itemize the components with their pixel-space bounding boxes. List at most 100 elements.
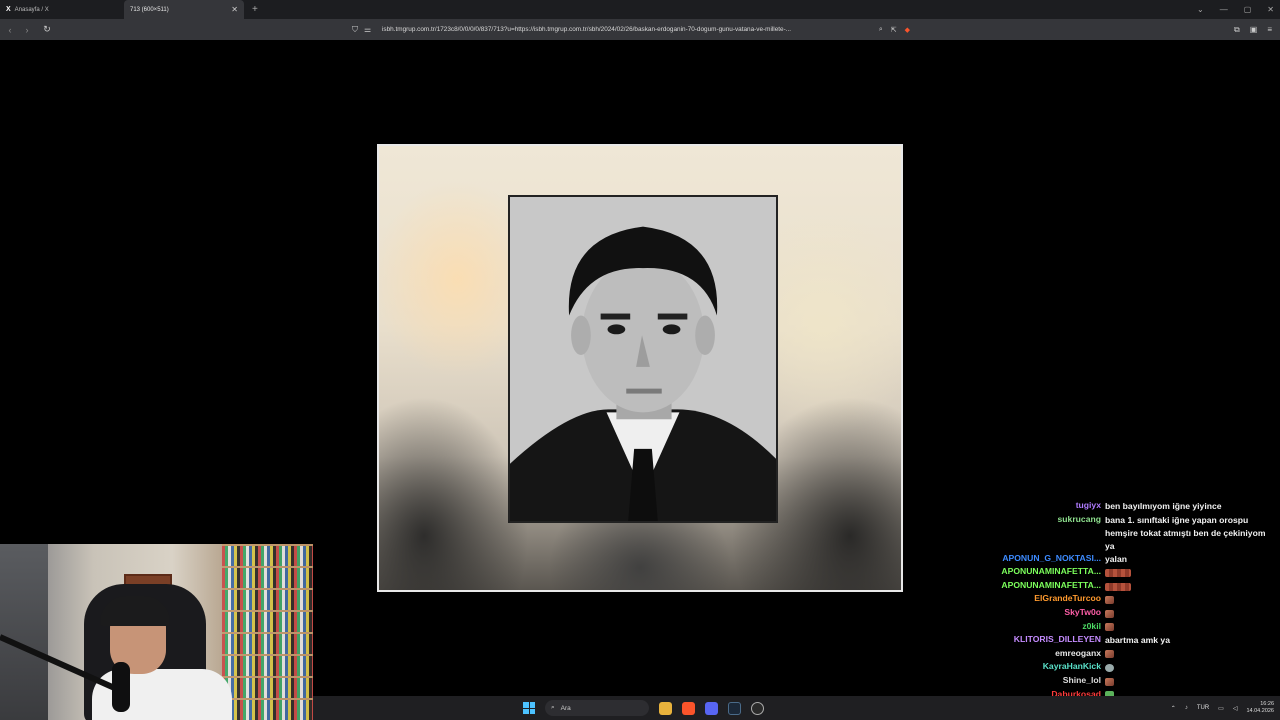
- tab-strip: X Anasayfa / X 713 (600×511) ✕ + ⌄ — ▢ ✕: [0, 0, 1280, 19]
- site-info-icon[interactable]: ⚌: [364, 25, 376, 34]
- chat-emote-icon: [1105, 582, 1131, 591]
- network-icon[interactable]: ▭: [1218, 705, 1224, 712]
- chat-message: KLITORIS_DILLEYEN abartma amk ya: [996, 634, 1276, 648]
- chat-username[interactable]: APONUNAMINAFETTA...: [996, 580, 1105, 594]
- chat-overlay: tugiyx ben bayılmıyom iğne yiyince sukruca…: [996, 500, 1276, 716]
- minimize-button[interactable]: —: [1220, 5, 1228, 14]
- chat-emote-icon: [1105, 596, 1114, 605]
- chat-emote-icon: [1105, 609, 1114, 618]
- chat-emote-icon: [1105, 568, 1131, 577]
- new-tab-button[interactable]: +: [252, 4, 258, 15]
- zoom-icon[interactable]: ⌕: [879, 26, 883, 34]
- chat-text: [1105, 675, 1276, 689]
- chat-text: [1105, 648, 1276, 662]
- chat-username[interactable]: APONUNAMINAFETTA...: [996, 566, 1105, 580]
- tab-title: 713 (600×511): [130, 6, 169, 13]
- close-window-button[interactable]: ✕: [1267, 5, 1274, 14]
- chat-username[interactable]: SkyTw0o: [996, 607, 1105, 621]
- chat-username[interactable]: KLITORIS_DILLEYEN: [996, 634, 1105, 648]
- search-icon: ⌕: [551, 704, 555, 711]
- app-icon[interactable]: [751, 701, 764, 715]
- language-indicator[interactable]: TUR: [1197, 705, 1209, 711]
- chat-message: SkyTw0o: [996, 607, 1276, 621]
- chat-text: [1105, 566, 1276, 580]
- webcam-person-cap: [100, 596, 170, 626]
- back-button[interactable]: ‹: [3, 25, 17, 35]
- chat-username[interactable]: Shine_lol: [996, 675, 1105, 689]
- file-explorer-icon[interactable]: [659, 701, 672, 715]
- chat-username[interactable]: ElGrandeTurcoo: [996, 593, 1105, 607]
- chat-username[interactable]: tugiyx: [996, 500, 1105, 514]
- tab-title: Anasayfa / X: [14, 6, 49, 13]
- reload-button[interactable]: ↻: [40, 24, 54, 35]
- chat-username[interactable]: emreoganx: [996, 648, 1105, 662]
- discord-icon[interactable]: [705, 701, 718, 715]
- browser-toolbar: ‹ › ↻ ⛉ ⚌ isbh.tmgrup.com.tr/1723c8/0/0/…: [0, 19, 1280, 40]
- clock-time: 16:26: [1260, 701, 1274, 707]
- chat-emote-icon: [1105, 664, 1114, 673]
- chat-message: ElGrandeTurcoo: [996, 593, 1276, 607]
- windows-start-icon[interactable]: [523, 702, 535, 714]
- steam-icon[interactable]: [728, 701, 741, 715]
- chat-username[interactable]: z0kil: [996, 621, 1105, 635]
- webcam-bookshelf: [222, 544, 313, 720]
- chat-emote-icon: [1105, 623, 1114, 632]
- webcam-microphone: [112, 662, 130, 712]
- window-controls: ⌄ — ▢ ✕: [1197, 0, 1274, 19]
- chat-text: [1105, 607, 1276, 621]
- chat-emote-icon: [1105, 677, 1114, 686]
- microphone-icon[interactable]: ♪: [1185, 705, 1188, 711]
- webcam-window: [0, 544, 48, 720]
- extensions-icon[interactable]: ⧉: [1234, 25, 1240, 35]
- close-tab-icon[interactable]: ✕: [231, 5, 238, 14]
- sidebar-icon[interactable]: ▣: [1250, 25, 1258, 34]
- chat-message: APONUNAMINAFETTA...: [996, 566, 1276, 580]
- clock-date: 14.04.2026: [1246, 708, 1274, 714]
- toolbar-right: ⧉ ▣ ≡: [1234, 19, 1272, 40]
- volume-icon[interactable]: ◁: [1233, 705, 1238, 712]
- brave-browser-icon[interactable]: [682, 701, 695, 715]
- chat-message: z0kil: [996, 621, 1276, 635]
- share-icon[interactable]: ⇱: [891, 26, 897, 34]
- chat-emote-icon: [1105, 650, 1114, 659]
- taskbar: ⌕ Ara ⌃ ♪ TUR ▭ ◁ 16:26 14.04.2026: [313, 696, 1280, 720]
- chat-message: emreoganx: [996, 648, 1276, 662]
- chat-username[interactable]: KayraHanKick: [996, 661, 1105, 675]
- chevron-up-icon[interactable]: ⌃: [1171, 705, 1176, 712]
- chevron-down-icon[interactable]: ⌄: [1197, 5, 1204, 14]
- menu-icon[interactable]: ≡: [1267, 25, 1272, 34]
- viewed-image[interactable]: [377, 144, 903, 592]
- blur-background: [379, 396, 529, 590]
- screen: X Anasayfa / X 713 (600×511) ✕ + ⌄ — ▢ ✕…: [0, 0, 1280, 720]
- tab-image[interactable]: 713 (600×511) ✕: [124, 0, 244, 19]
- chat-text: ben bayılmıyom iğne yiyince: [1105, 501, 1222, 511]
- maximize-button[interactable]: ▢: [1244, 5, 1252, 14]
- tab-x-home[interactable]: X Anasayfa / X: [0, 0, 124, 19]
- chat-message: Shine_lol: [996, 675, 1276, 689]
- chat-message: KayraHanKick: [996, 661, 1276, 675]
- taskbar-search[interactable]: ⌕ Ara: [545, 700, 649, 716]
- chat-text: bana 1. sınıftaki iğne yapan orospu hemş…: [1105, 514, 1266, 551]
- chat-message: sukrucang bana 1. sınıftaki iğne yapan or…: [996, 514, 1276, 553]
- chat-text: [1105, 661, 1276, 675]
- address-bar[interactable]: ⛉ ⚌ isbh.tmgrup.com.tr/1723c8/0/0/0/0/83…: [352, 22, 910, 37]
- portrait-drawing: [510, 197, 776, 521]
- chat-message: APONUNAMINAFETTA...: [996, 580, 1276, 594]
- chat-text: [1105, 621, 1276, 635]
- chat-message: APONUN_G_NOKTASI... yalan: [996, 553, 1276, 567]
- portrait-photo: [508, 195, 778, 523]
- clock[interactable]: 16:26 14.04.2026: [1246, 701, 1274, 715]
- chat-text: yalan: [1105, 553, 1127, 564]
- chat-text: [1105, 580, 1276, 594]
- bookmark-icon[interactable]: ⛉: [352, 25, 364, 35]
- taskbar-center: ⌕ Ara: [523, 696, 764, 720]
- brave-shield-icon[interactable]: ◆: [905, 26, 910, 34]
- url-text[interactable]: isbh.tmgrup.com.tr/1723c8/0/0/0/0/837/71…: [382, 26, 873, 33]
- chat-message: tugiyx ben bayılmıyom iğne yiyince: [996, 500, 1276, 514]
- webcam-overlay: [0, 544, 313, 720]
- forward-button[interactable]: ›: [20, 25, 34, 35]
- system-tray: ⌃ ♪ TUR ▭ ◁ 16:26 14.04.2026: [1171, 696, 1274, 720]
- chat-text: [1105, 593, 1276, 607]
- chat-username[interactable]: sukrucang: [996, 514, 1105, 553]
- chat-username[interactable]: APONUN_G_NOKTASI...: [996, 553, 1105, 567]
